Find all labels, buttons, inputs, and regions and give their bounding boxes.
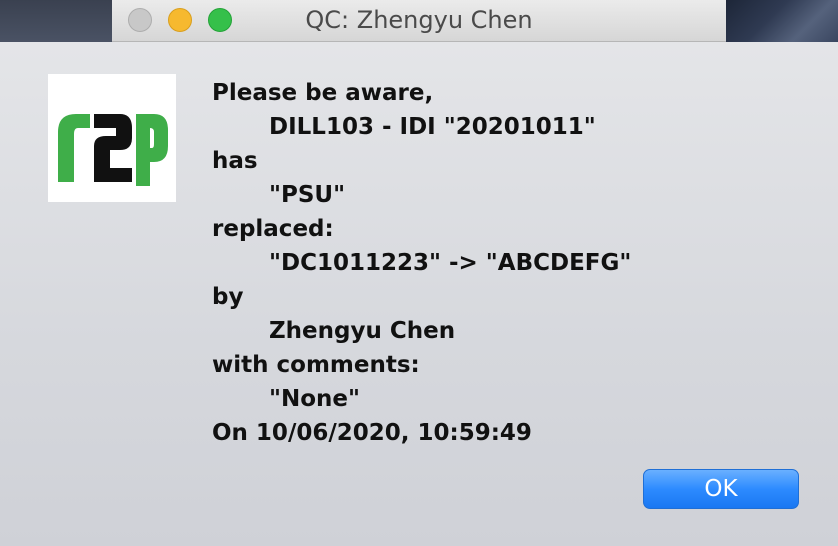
message-line-user: Zhengyu Chen — [269, 318, 456, 344]
message-line-greeting: Please be aware, — [212, 80, 434, 106]
window-title: QC: Zhengyu Chen — [305, 6, 533, 34]
message-line-field: "PSU" — [269, 182, 346, 208]
message-line-comments-label: with comments: — [212, 352, 420, 378]
dialog-content: Please be aware, DILL103 - IDI "20201011… — [0, 42, 838, 546]
dialog-window: QC: Zhengyu Chen Please be aware, DILL10… — [0, 0, 838, 546]
alert-message: Please be aware, DILL103 - IDI "20201011… — [212, 76, 631, 450]
message-line-comments: "None" — [269, 386, 360, 412]
message-line-timestamp: On 10/06/2020, 10:59:49 — [212, 420, 532, 446]
message-line-has: has — [212, 148, 258, 174]
message-line-replaced: replaced: — [212, 216, 334, 242]
r2p-logo-icon — [58, 114, 168, 186]
message-line-item: DILL103 - IDI "20201011" — [269, 114, 596, 140]
title-bar[interactable]: QC: Zhengyu Chen — [112, 0, 726, 42]
r2p-logo — [48, 74, 176, 202]
ok-button[interactable]: OK — [643, 469, 799, 509]
message-line-by: by — [212, 284, 244, 310]
message-line-change: "DC1011223" -> "ABCDEFG" — [269, 250, 632, 276]
